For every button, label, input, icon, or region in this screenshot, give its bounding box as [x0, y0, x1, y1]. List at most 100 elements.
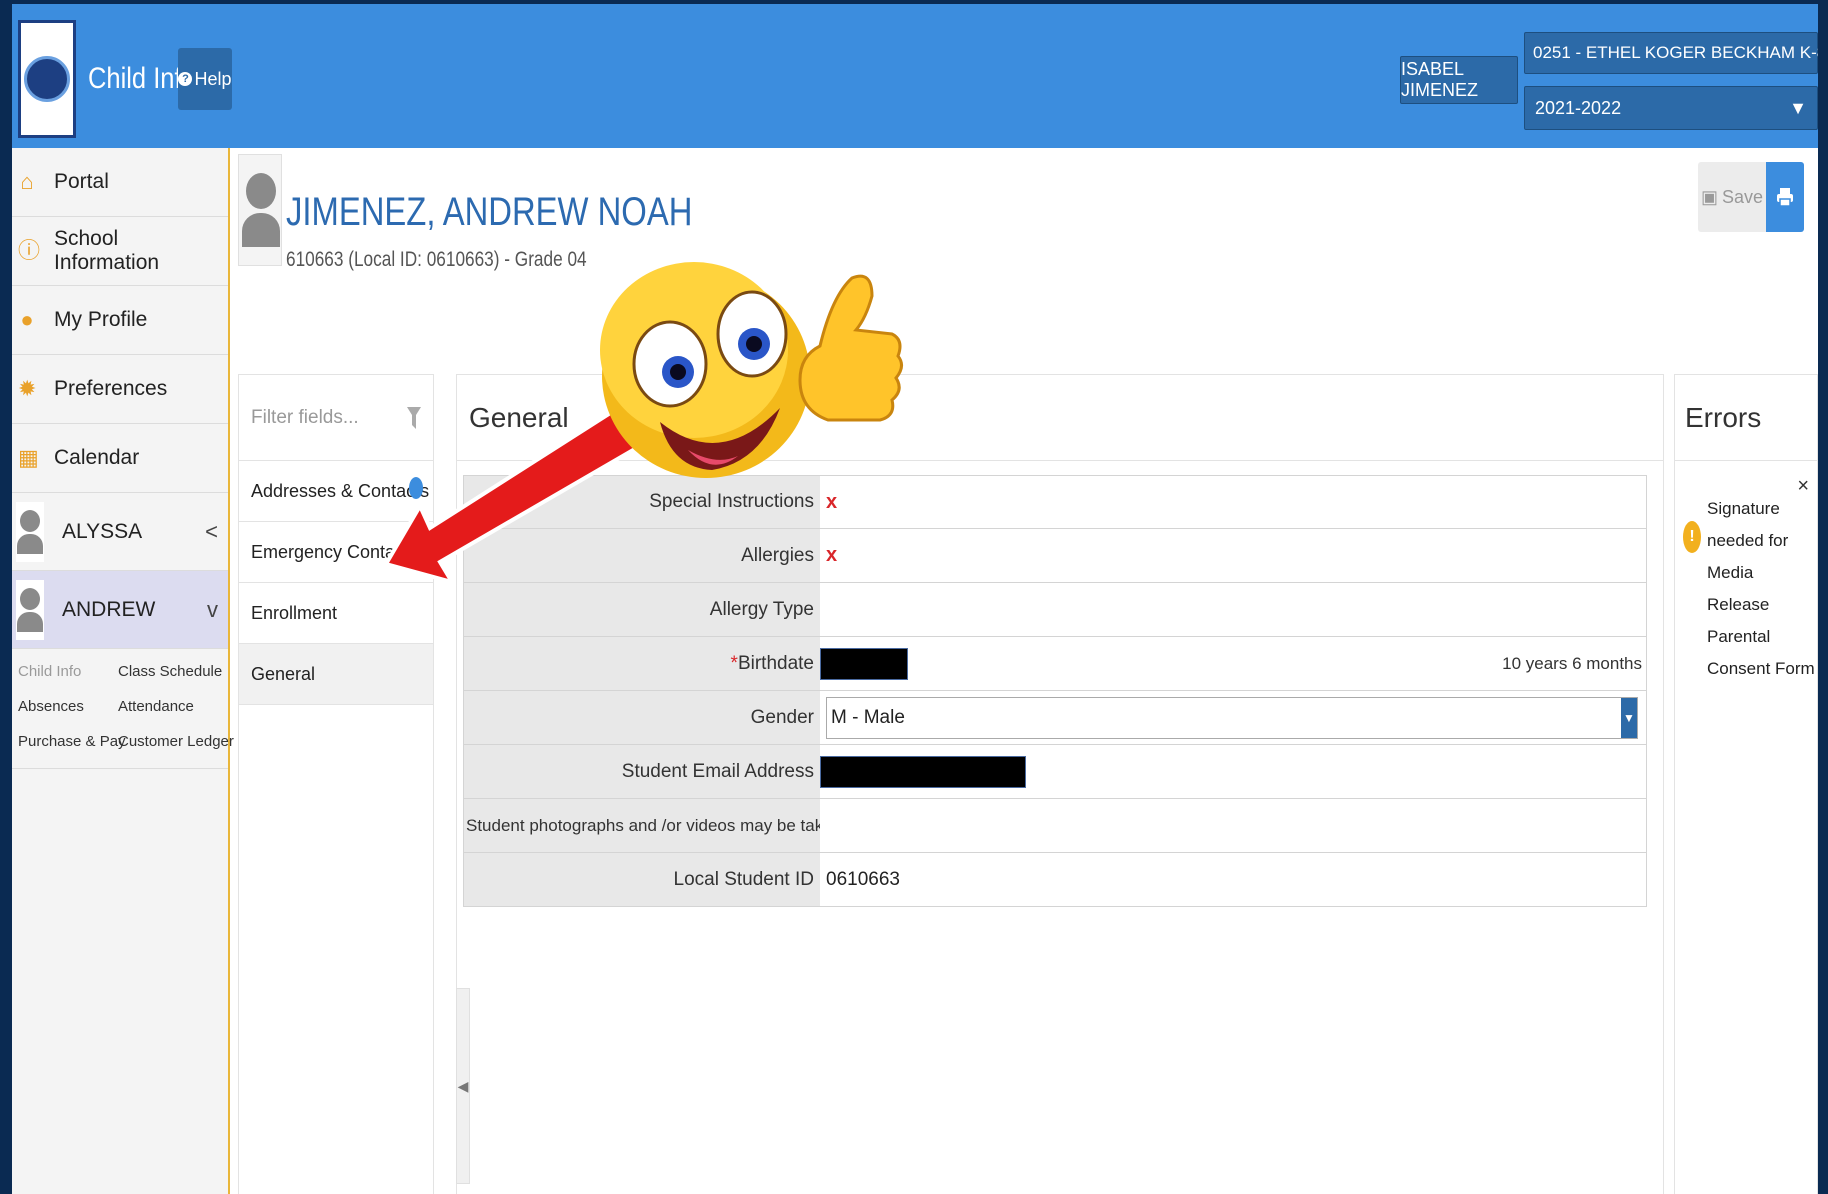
field-item-general[interactable]: General	[239, 644, 433, 705]
general-form: Special Instructions x Allergies x Aller…	[463, 475, 1647, 907]
field-item-addresses-contacts[interactable]: Addresses & Contacts	[239, 461, 433, 522]
sidebar-item-label: My Profile	[54, 308, 148, 331]
gender-field: M - Male ▼	[820, 691, 1646, 744]
filter-fields-input[interactable]: Filter fields...	[239, 375, 433, 461]
warning-icon: !	[1683, 521, 1701, 553]
dropdown-arrow-icon: ▼	[1789, 97, 1807, 118]
child-name: ANDREW	[62, 597, 156, 621]
sublink-child-info[interactable]: Child Info	[18, 663, 118, 680]
field-item-emergency-contact[interactable]: Emergency Contact Inform...	[239, 522, 433, 583]
field-label-text: Birthdate	[737, 652, 814, 674]
sidebar-item-school-information[interactable]: ⓘ School Information	[12, 217, 228, 286]
form-row: * Birthdate 10 years 6 months	[463, 637, 1647, 691]
field-label: Allergy Type	[464, 583, 820, 636]
district-logo	[18, 20, 76, 138]
sublink-class-schedule[interactable]: Class Schedule	[118, 663, 228, 680]
gender-value: M - Male	[831, 706, 905, 728]
photo-consent-field[interactable]	[820, 799, 1646, 852]
gear-icon: ✹	[18, 376, 37, 401]
gender-select[interactable]: M - Male ▼	[826, 696, 1638, 739]
student-name: JIMENEZ, ANDREW NOAH	[286, 190, 693, 234]
form-row: Student photographs and /or videos may b…	[463, 799, 1647, 853]
help-label: Help	[194, 68, 232, 89]
special-instructions-field[interactable]: x	[820, 476, 1646, 528]
student-email-field[interactable]	[820, 745, 1646, 798]
filter-icon	[407, 406, 421, 429]
school-year-value: 2021-2022	[1535, 97, 1622, 118]
field-item-label: General	[251, 663, 316, 684]
caret-left-icon: ◀	[457, 1077, 469, 1094]
form-row: Local Student ID 0610663	[463, 853, 1647, 907]
dropdown-arrow-icon: ▼	[1621, 697, 1637, 738]
user-icon: ●	[20, 307, 34, 332]
error-item: ! Signature needed for Media Release Par…	[1683, 493, 1815, 685]
redacted-email	[820, 755, 1026, 788]
chevron-left-icon: <	[205, 518, 218, 544]
birthdate-field[interactable]: 10 years 6 months	[820, 637, 1646, 690]
sidebar-child-andrew[interactable]: ANDREW v	[12, 571, 228, 649]
form-row: Student Email Address	[463, 745, 1647, 799]
allergies-field[interactable]: x	[820, 529, 1646, 582]
error-message[interactable]: Signature needed for Media Release Paren…	[1707, 493, 1815, 685]
sidebar-item-my-profile[interactable]: ● My Profile	[12, 286, 228, 355]
missing-icon: x	[826, 490, 838, 513]
child-name: ALYSSA	[62, 519, 143, 543]
local-student-id-field: 0610663	[826, 868, 900, 890]
errors-panel: Errors × ! Signature needed for Media Re…	[1674, 374, 1818, 1194]
student-subtitle: 610663 (Local ID: 0610663) - Grade 04	[286, 248, 587, 271]
general-title: General	[457, 375, 1663, 461]
redacted-birthdate	[820, 647, 908, 680]
avatar	[16, 501, 44, 562]
sidebar-item-calendar[interactable]: ▦ Calendar	[12, 424, 228, 493]
field-label: Special Instructions	[464, 476, 820, 528]
sidebar-item-label: Preferences	[54, 377, 168, 400]
print-icon	[1777, 188, 1793, 207]
user-menu-button[interactable]: ISABEL JIMENEZ	[1400, 56, 1518, 104]
sidebar-child-alyssa[interactable]: ALYSSA <	[12, 493, 228, 571]
sublink-attendance[interactable]: Attendance	[118, 698, 228, 715]
help-button[interactable]: ? Help	[178, 48, 232, 110]
sidebar-item-label: Calendar	[54, 446, 140, 469]
school-year-select[interactable]: 2021-2022 ▼	[1524, 86, 1818, 130]
field-item-enrollment[interactable]: Enrollment	[239, 583, 433, 644]
sublink-customer-ledger[interactable]: Customer Ledger	[118, 733, 234, 750]
sidebar-item-portal[interactable]: ⌂ Portal	[12, 148, 228, 217]
chevron-down-icon: v	[207, 596, 218, 622]
print-button[interactable]	[1766, 162, 1804, 232]
save-label: Save	[1721, 186, 1764, 207]
sublink-purchase-pay[interactable]: Purchase & Pay	[18, 733, 126, 750]
form-row: Gender M - Male ▼	[463, 691, 1647, 745]
field-label: Student Email Address	[464, 745, 820, 798]
info-icon: ⓘ	[18, 238, 41, 263]
field-item-label: Emergency Contact Inform...	[251, 541, 433, 562]
general-panel: General Special Instructions x Allergies…	[456, 374, 1664, 1194]
allergy-type-field[interactable]	[820, 583, 1646, 636]
top-header: Child Info ? Help ISABEL JIMENEZ 0251 - …	[12, 4, 1818, 148]
form-row: Allergy Type	[463, 583, 1647, 637]
filter-placeholder: Filter fields...	[251, 406, 359, 428]
field-item-label: Addresses & Contacts	[251, 480, 430, 501]
sidebar-item-preferences[interactable]: ✹ Preferences	[12, 355, 228, 424]
errors-title: Errors	[1675, 375, 1817, 461]
student-avatar	[238, 154, 282, 266]
age-text: 10 years 6 months	[1502, 653, 1642, 673]
missing-icon: x	[826, 544, 838, 566]
field-item-label: Enrollment	[251, 602, 338, 623]
field-label: Allergies	[464, 529, 820, 582]
calendar-icon: ▦	[18, 445, 39, 470]
form-row: Special Instructions x	[463, 475, 1647, 529]
app-frame: Child Info ? Help ISABEL JIMENEZ 0251 - …	[12, 4, 1818, 1194]
status-dot	[409, 477, 423, 499]
field-label: * Birthdate	[464, 637, 820, 690]
home-icon: ⌂	[20, 169, 34, 194]
sidebar: ⌂ Portal ⓘ School Information ● My Profi…	[12, 148, 234, 1194]
collapse-panel-handle[interactable]: ◀	[456, 988, 470, 1184]
sublink-absences[interactable]: Absences	[18, 698, 118, 715]
help-icon: ?	[178, 72, 193, 86]
field-label: Student photographs and /or videos may b…	[464, 799, 820, 852]
save-button[interactable]: ▣ Save	[1698, 162, 1766, 232]
sidebar-item-label: School Information	[54, 227, 160, 274]
form-row: Allergies x	[463, 529, 1647, 583]
sidebar-item-label: Portal	[54, 170, 109, 193]
school-name[interactable]: 0251 - ETHEL KOGER BECKHAM K-8 CENTER	[1524, 32, 1818, 74]
